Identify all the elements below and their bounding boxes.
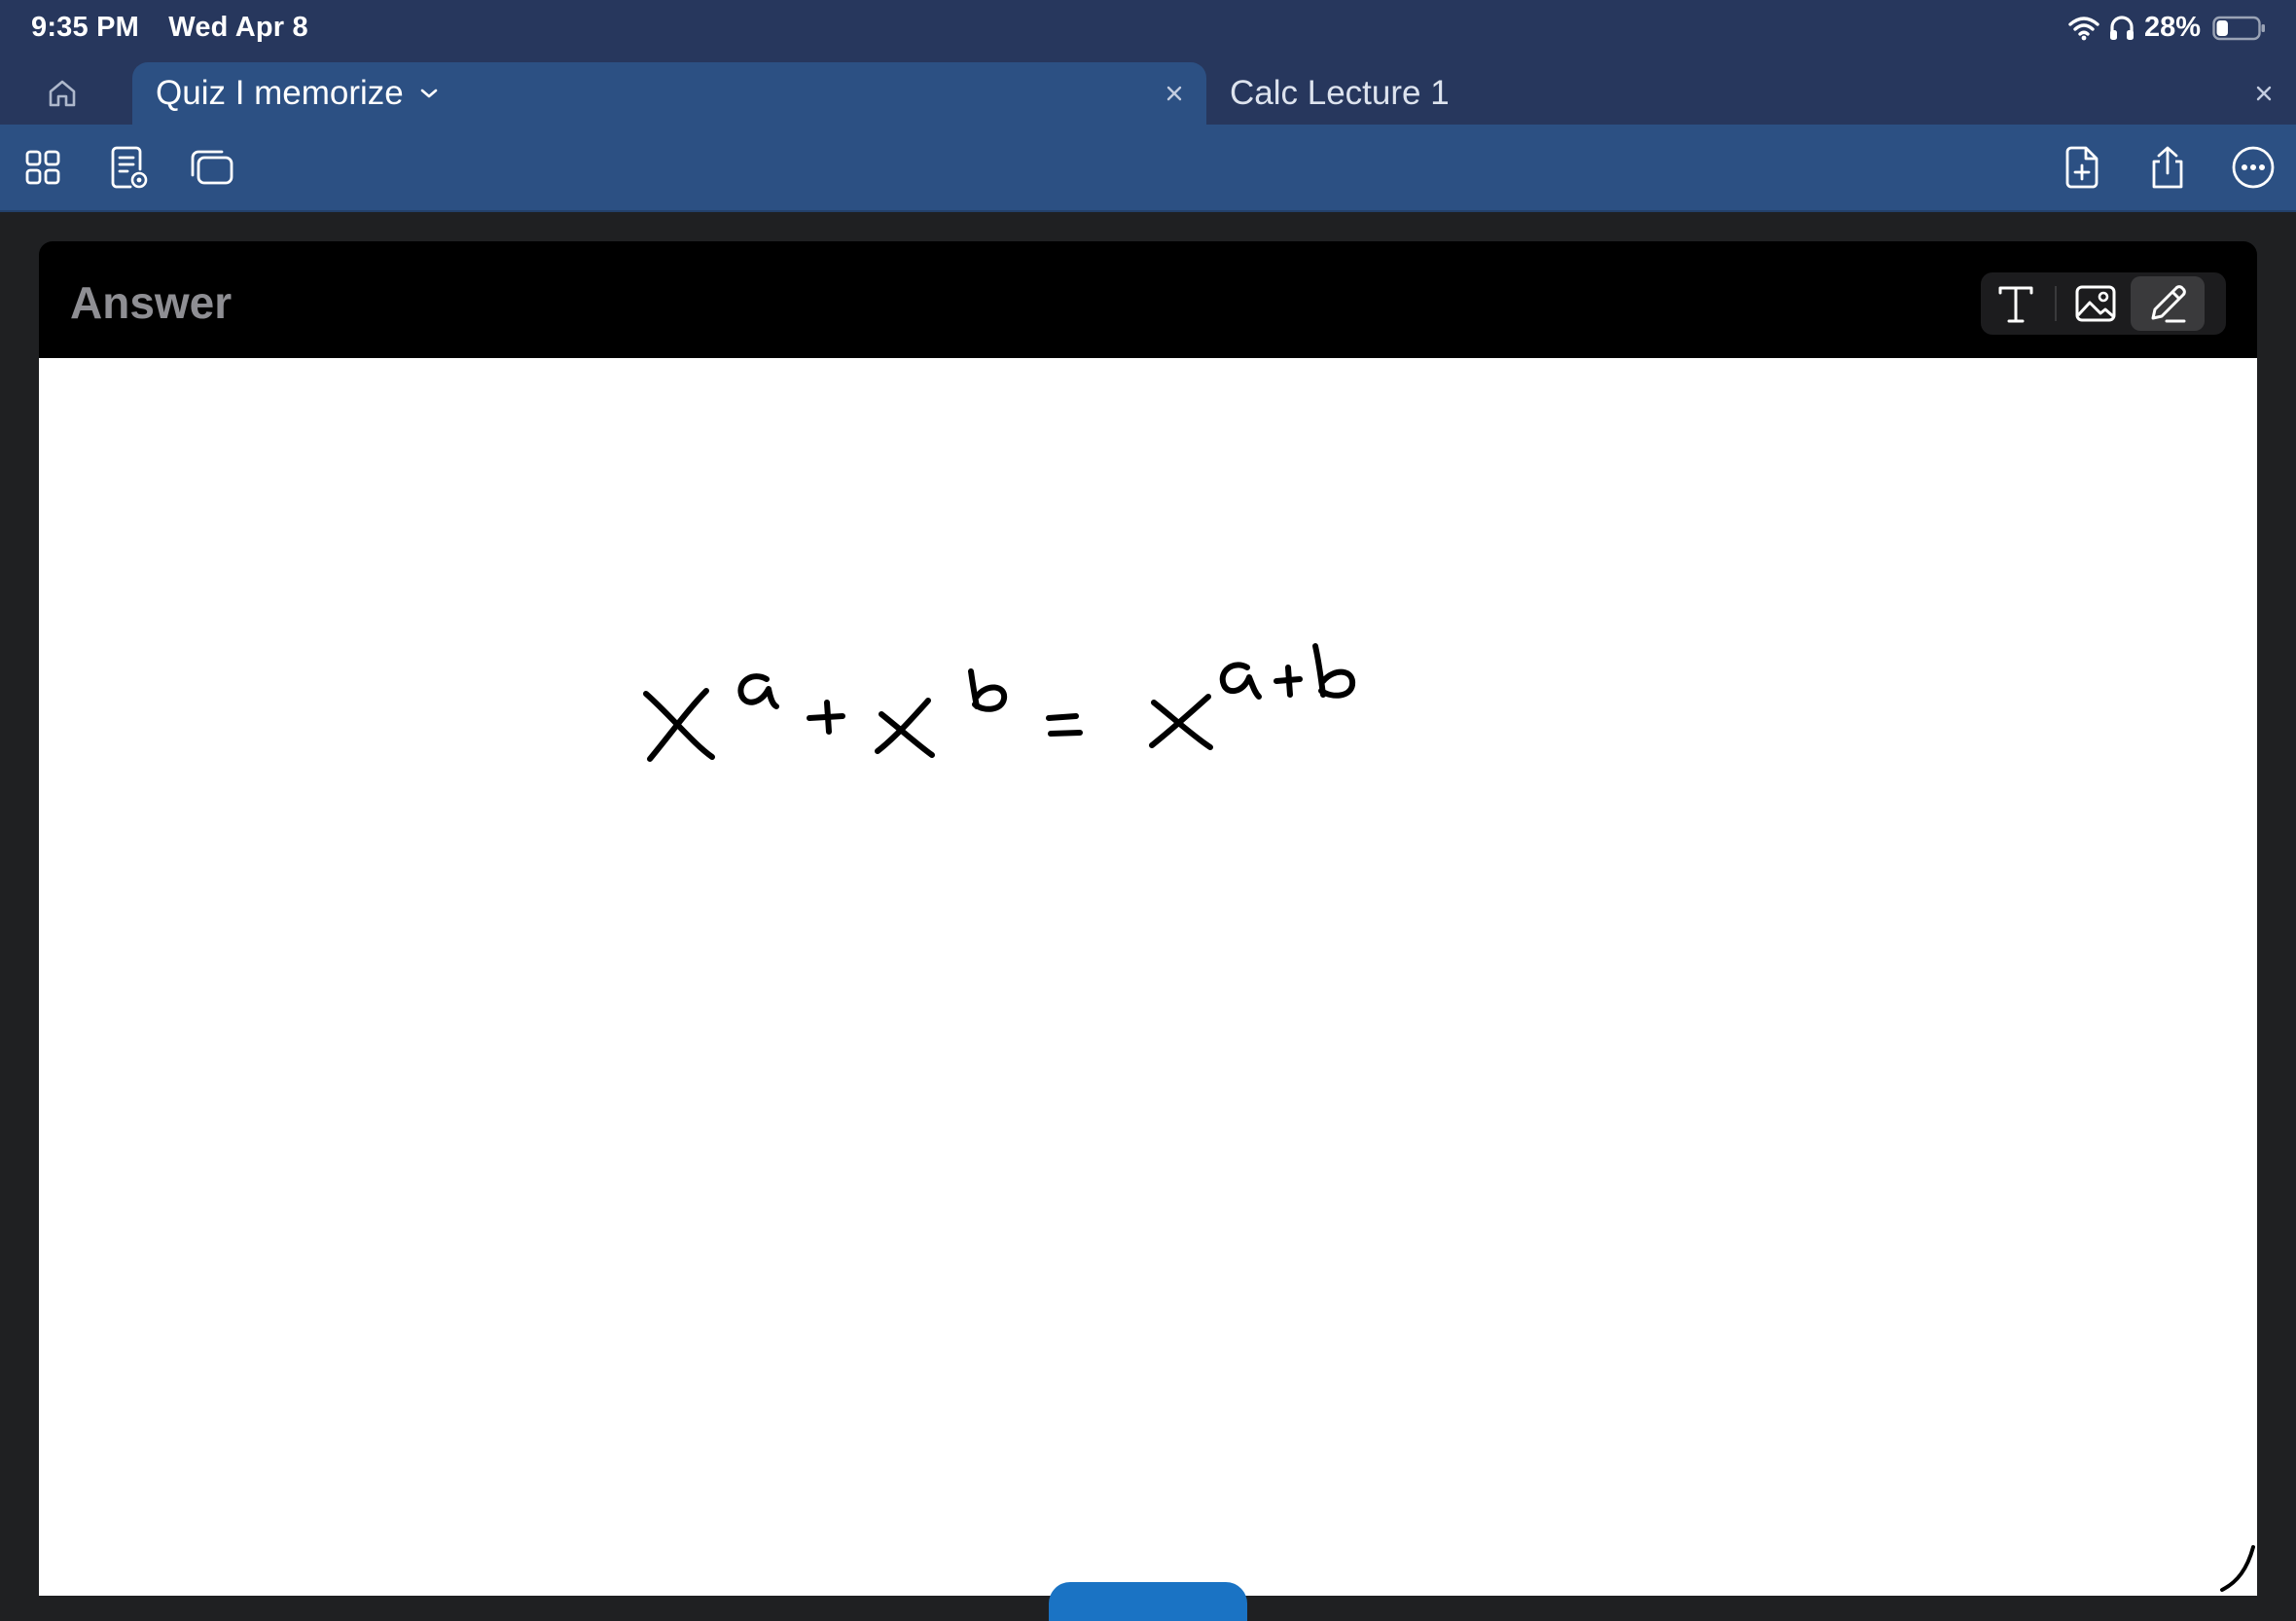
- grid-icon: [25, 150, 60, 185]
- handwritten-equation: [643, 643, 1356, 762]
- pen-tool-icon: [2151, 285, 2186, 323]
- chevron-down-icon[interactable]: [419, 87, 439, 100]
- cards-icon: [191, 150, 233, 185]
- tab-quiz[interactable]: Quiz I memorize: [132, 62, 1206, 125]
- document-preview-icon: [111, 146, 148, 189]
- status-time: 9:35 PM: [31, 12, 139, 43]
- text-tool-button[interactable]: [1981, 276, 2051, 331]
- more-icon: [2232, 146, 2275, 189]
- cards-button[interactable]: [187, 142, 237, 193]
- battery-icon: [2212, 16, 2265, 40]
- close-tab-icon[interactable]: [1160, 79, 1189, 108]
- status-bar: 9:35 PM Wed Apr 8 28%: [0, 0, 2296, 62]
- pen-tool-button[interactable]: [2131, 276, 2205, 331]
- answer-card-header: Answer: [39, 241, 2257, 358]
- document-preview-button[interactable]: [103, 142, 154, 193]
- more-button[interactable]: [2228, 142, 2278, 193]
- status-right: 28%: [2068, 12, 2267, 44]
- text-tool-icon: [1998, 286, 2033, 323]
- tab-calc-lecture[interactable]: Calc Lecture 1: [1206, 62, 2296, 125]
- share-button[interactable]: [2142, 142, 2193, 193]
- battery-percent: 28%: [2143, 12, 2201, 43]
- close-tab-icon[interactable]: [2249, 79, 2278, 108]
- status-left: 9:35 PM Wed Apr 8: [31, 12, 308, 44]
- add-page-icon: [2065, 146, 2099, 189]
- card-title: Answer: [70, 277, 233, 328]
- toolbar: [0, 125, 2296, 212]
- image-tool-icon: [2075, 285, 2116, 322]
- tab-title: Calc Lecture 1: [1230, 74, 1450, 112]
- wifi-icon: [2068, 16, 2099, 40]
- answer-canvas[interactable]: [39, 358, 2257, 1621]
- home-icon: [49, 80, 76, 107]
- divider: [2055, 286, 2057, 321]
- home-button[interactable]: [43, 74, 82, 113]
- image-tool-button[interactable]: [2061, 276, 2131, 331]
- share-icon: [2152, 146, 2183, 189]
- tab-bar: Quiz I memorize Calc Lecture 1: [0, 62, 2296, 125]
- floating-action-button[interactable]: [1049, 1582, 1247, 1621]
- headphones-icon: [2109, 15, 2134, 40]
- resize-handle-icon[interactable]: [2218, 1541, 2257, 1596]
- insert-tools: [1981, 272, 2226, 335]
- tab-title: Quiz I memorize: [156, 74, 404, 112]
- grid-view-button[interactable]: [18, 142, 68, 193]
- status-date: Wed Apr 8: [168, 12, 308, 43]
- add-page-button[interactable]: [2057, 142, 2107, 193]
